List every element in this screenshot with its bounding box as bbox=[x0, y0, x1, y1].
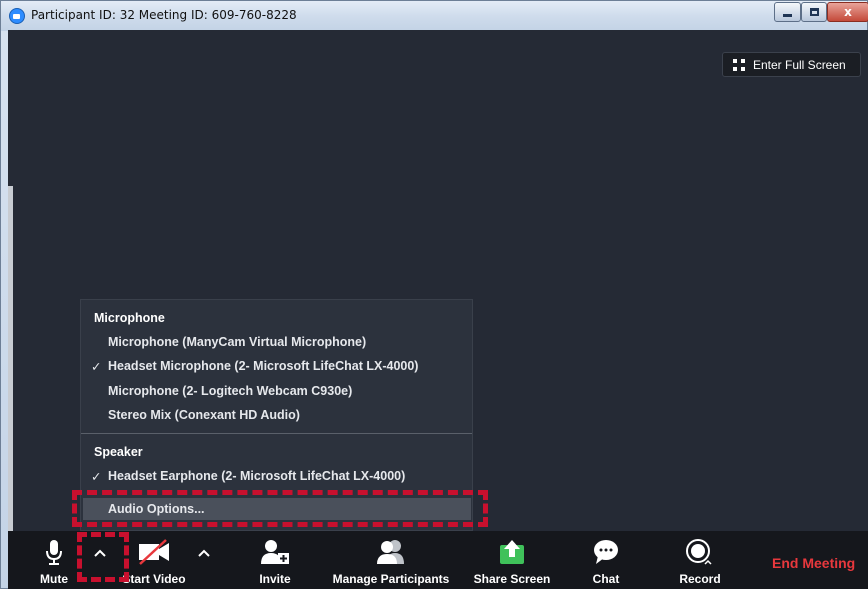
chat-button[interactable]: Chat bbox=[582, 531, 630, 589]
minimize-icon bbox=[783, 14, 792, 17]
manage-participants-label: Manage Participants bbox=[332, 572, 450, 586]
maximize-button[interactable] bbox=[801, 2, 827, 22]
meeting-toolbar: Mute Start Video Invite Manage Participa… bbox=[8, 531, 868, 589]
minimize-button[interactable] bbox=[774, 2, 801, 22]
microphone-option[interactable]: Stereo Mix (Conexant HD Audio) bbox=[108, 408, 300, 422]
mute-label: Mute bbox=[40, 572, 68, 586]
share-screen-button[interactable]: Share Screen bbox=[470, 531, 554, 589]
people-icon bbox=[377, 540, 404, 564]
chat-bubble-icon bbox=[594, 540, 618, 564]
manage-participants-button[interactable]: Manage Participants bbox=[326, 531, 456, 589]
zoom-logo-icon bbox=[9, 8, 25, 24]
microphone-icon bbox=[46, 540, 62, 565]
speaker-heading: Speaker bbox=[94, 445, 143, 459]
enter-full-screen-label: Enter Full Screen bbox=[753, 57, 846, 72]
chat-label: Chat bbox=[592, 572, 620, 586]
window-title: Participant ID: 32 Meeting ID: 609-760-8… bbox=[31, 8, 297, 22]
expand-icon bbox=[733, 58, 745, 71]
end-meeting-button[interactable]: End Meeting bbox=[772, 555, 855, 571]
record-label: Record bbox=[679, 572, 721, 586]
record-button[interactable]: Record bbox=[674, 531, 726, 589]
record-icon bbox=[686, 539, 712, 565]
maximize-icon bbox=[809, 8, 819, 16]
menu-divider bbox=[81, 433, 472, 434]
close-button[interactable]: x bbox=[827, 2, 868, 22]
speaker-option-selected[interactable]: Headset Earphone (2- Microsoft LifeChat … bbox=[91, 469, 405, 484]
share-screen-label: Share Screen bbox=[473, 572, 551, 586]
invite-button[interactable]: Invite bbox=[251, 531, 299, 589]
microphone-heading: Microphone bbox=[94, 311, 165, 325]
video-off-icon bbox=[139, 539, 169, 565]
invite-label: Invite bbox=[259, 572, 291, 586]
close-icon: x bbox=[844, 5, 852, 19]
video-settings-caret-icon[interactable] bbox=[197, 547, 211, 559]
add-person-icon bbox=[261, 540, 289, 564]
microphone-option[interactable]: Microphone (ManyCam Virtual Microphone) bbox=[108, 335, 366, 349]
microphone-option[interactable]: Microphone (2- Logitech Webcam C930e) bbox=[108, 384, 352, 398]
title-bar: Participant ID: 32 Meeting ID: 609-760-8… bbox=[1, 1, 868, 31]
microphone-option-selected[interactable]: Headset Microphone (2- Microsoft LifeCha… bbox=[91, 359, 418, 374]
share-arrow-icon bbox=[500, 540, 524, 564]
window-left-edge bbox=[8, 186, 13, 589]
mute-button[interactable]: Mute bbox=[30, 531, 78, 589]
audio-options-highlight bbox=[72, 490, 488, 527]
audio-caret-highlight bbox=[77, 532, 129, 582]
enter-full-screen-button[interactable]: Enter Full Screen bbox=[722, 52, 861, 77]
